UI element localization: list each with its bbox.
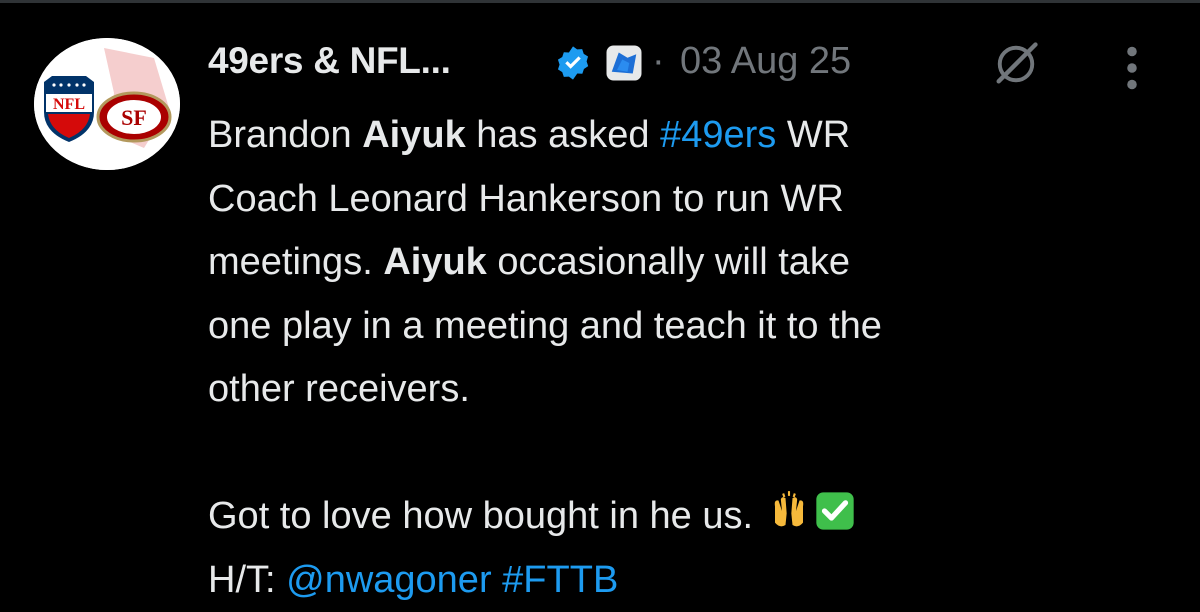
tweet-header: 49ers & NFL... · 03 Aug 25 (208, 34, 1168, 94)
author-name[interactable]: 49ers & NFL... (208, 40, 451, 82)
grok-icon[interactable] (990, 38, 1042, 90)
more-vertical-icon[interactable] (1110, 38, 1154, 98)
tweet-line: Coach Leonard Hankerson to run WR (208, 168, 1168, 232)
svg-text:SF: SF (121, 105, 147, 130)
verified-badge-icon (554, 44, 592, 82)
niners-logo-icon: SF (98, 93, 170, 141)
tweet-line: H/T: @nwagoner #FTTB (208, 549, 1168, 612)
avatar[interactable]: NFL SF (34, 38, 180, 170)
top-divider (0, 0, 1200, 3)
hashtag-49ers-link[interactable]: #49ers (660, 114, 776, 156)
raising-hands-emoji-icon (768, 490, 810, 532)
tweet-line: one play in a meeting and teach it to th… (208, 295, 1168, 359)
tweet-line: other receivers. (208, 358, 1168, 422)
tweet-line: meetings. Aiyuk occasionally will take (208, 231, 1168, 295)
tweet-date[interactable]: 03 Aug 25 (680, 40, 851, 83)
tweet-line: Brandon Aiyuk has asked #49ers WR (208, 104, 1168, 168)
tweet-text: Brandon Aiyuk has asked #49ers WR Coach … (208, 104, 1168, 612)
avatar-image: NFL SF (34, 38, 180, 170)
svg-text:NFL: NFL (53, 96, 85, 113)
tweet-line: Got to love how bought in he us. (208, 485, 1168, 549)
mention-link[interactable]: @nwagoner (286, 559, 491, 601)
hashtag-fttb-link[interactable]: #FTTB (502, 559, 618, 601)
separator-dot: · (652, 40, 665, 83)
blank-line (208, 422, 1168, 486)
check-mark-button-emoji-icon (814, 490, 856, 532)
affiliate-badge-icon[interactable] (603, 42, 645, 84)
